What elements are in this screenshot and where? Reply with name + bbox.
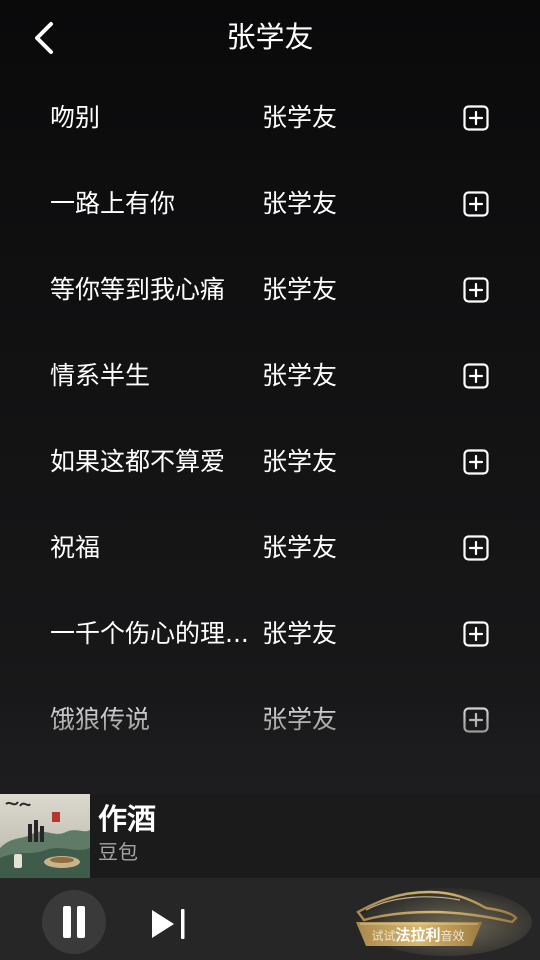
- add-song-button[interactable]: [463, 191, 489, 217]
- promo-main: 法拉利: [395, 926, 441, 944]
- add-song-button[interactable]: [463, 449, 489, 475]
- song-row[interactable]: 情系半生 张学友: [0, 333, 540, 419]
- promo-prefix: 试试: [371, 929, 396, 943]
- song-list[interactable]: 吻别 张学友 一路上有你 张学友 等你等到我心痛 张学友 情系半生 张学友 如果…: [0, 75, 540, 793]
- song-title: 吻别: [50, 103, 101, 132]
- add-song-button[interactable]: [463, 707, 489, 733]
- song-row-partial[interactable]: [0, 763, 540, 793]
- song-artist: 张学友: [262, 705, 338, 734]
- song-artist: 张学友: [262, 533, 338, 562]
- promo-suffix: 音效: [440, 929, 465, 943]
- now-playing-title: 作酒: [98, 802, 157, 836]
- next-track-button[interactable]: [148, 904, 190, 944]
- add-to-playlist-icon: [463, 449, 489, 475]
- add-to-playlist-icon: [463, 191, 489, 217]
- song-row[interactable]: 吻别 张学友: [0, 75, 540, 161]
- add-song-button[interactable]: [463, 535, 489, 561]
- song-title: 祝福: [50, 533, 101, 562]
- song-artist: 张学友: [262, 103, 338, 132]
- add-to-playlist-icon: [463, 621, 489, 647]
- add-to-playlist-icon: [463, 105, 489, 131]
- promo-label: 试试法拉利音效: [356, 924, 480, 946]
- song-artist: 张学友: [262, 275, 338, 304]
- song-artist: 张学友: [262, 619, 338, 648]
- song-row[interactable]: 一路上有你 张学友: [0, 161, 540, 247]
- player-controls: 试试法拉利音效: [0, 878, 540, 960]
- album-cover[interactable]: [0, 794, 90, 878]
- song-row[interactable]: 饿狼传说 张学友: [0, 677, 540, 763]
- artist-song-list-screen: 张学友 吻别 张学友 一路上有你 张学友 等你等到我心痛 张学友 情系半生 张学…: [0, 0, 540, 960]
- add-song-button[interactable]: [463, 363, 489, 389]
- song-artist: 张学友: [262, 361, 338, 390]
- song-row[interactable]: 等你等到我心痛 张学友: [0, 247, 540, 333]
- song-artist: 张学友: [262, 189, 338, 218]
- album-cover-art: [0, 794, 90, 878]
- skip-next-icon: [152, 909, 185, 939]
- add-to-playlist-icon: [463, 535, 489, 561]
- add-song-button[interactable]: [463, 105, 489, 131]
- now-playing-artist: 豆包: [98, 840, 138, 864]
- song-row[interactable]: 一千个伤心的理... 张学友: [0, 591, 540, 677]
- song-title: 情系半生: [50, 361, 151, 390]
- page-title: 张学友: [226, 20, 314, 54]
- header: 张学友: [0, 0, 540, 78]
- song-title: 一千个伤心的理...: [50, 619, 249, 648]
- pause-button[interactable]: [42, 890, 106, 954]
- song-title: 一路上有你: [50, 189, 176, 218]
- song-artist: 张学友: [262, 447, 338, 476]
- add-song-button[interactable]: [463, 277, 489, 303]
- add-to-playlist-icon: [463, 277, 489, 303]
- song-title: 如果这都不算爱: [50, 447, 226, 476]
- song-title: 等你等到我心痛: [50, 275, 226, 304]
- ferrari-sound-effect-promo[interactable]: 试试法拉利音效: [336, 882, 532, 956]
- song-row[interactable]: 如果这都不算爱 张学友: [0, 419, 540, 505]
- add-song-button[interactable]: [463, 621, 489, 647]
- add-to-playlist-icon: [463, 363, 489, 389]
- song-row[interactable]: 祝福 张学友: [0, 505, 540, 591]
- add-to-playlist-icon: [463, 707, 489, 733]
- now-playing-bar[interactable]: 作酒 豆包: [0, 794, 540, 878]
- song-title: 饿狼传说: [50, 705, 151, 734]
